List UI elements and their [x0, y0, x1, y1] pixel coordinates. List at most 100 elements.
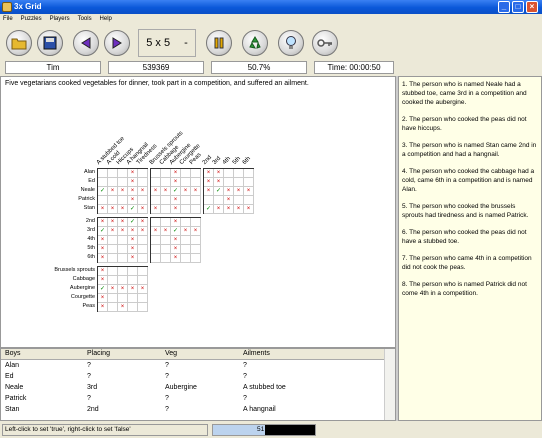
grid-cell[interactable]: × [138, 285, 148, 294]
grid-cell[interactable]: ✓ [128, 205, 138, 214]
grid-cell[interactable] [244, 178, 254, 187]
grid-cell[interactable] [181, 169, 191, 178]
grid-cell[interactable] [151, 218, 161, 227]
grid-cell[interactable] [224, 178, 234, 187]
grid-cell[interactable]: × [171, 218, 181, 227]
grid-cell[interactable] [138, 169, 148, 178]
grid-cell[interactable] [161, 169, 171, 178]
grid-cell[interactable]: ✓ [98, 227, 108, 236]
grid-cell[interactable]: × [224, 187, 234, 196]
hint-button[interactable] [278, 30, 304, 56]
grid-cell[interactable]: × [98, 254, 108, 263]
grid-cell[interactable] [191, 236, 201, 245]
grid-cell[interactable] [161, 245, 171, 254]
next-button[interactable] [104, 30, 130, 56]
grid-cell[interactable] [138, 196, 148, 205]
grid-cell[interactable]: × [128, 285, 138, 294]
grid-cell[interactable]: × [171, 245, 181, 254]
grid-cell[interactable] [234, 169, 244, 178]
grid-cell[interactable]: × [138, 187, 148, 196]
grid-cell[interactable] [181, 196, 191, 205]
table-row[interactable]: Stan 2nd? A hangnail [1, 406, 385, 417]
grid-cell[interactable] [118, 196, 128, 205]
table-row[interactable]: Alan??? [1, 362, 385, 373]
grid-cell[interactable] [108, 169, 118, 178]
grid-cell[interactable] [118, 236, 128, 245]
menu-tools[interactable]: Tools [75, 14, 95, 24]
grid-cell[interactable]: × [151, 187, 161, 196]
grid-cell[interactable]: × [151, 227, 161, 236]
grid-cell[interactable]: × [138, 205, 148, 214]
grid-cell[interactable]: × [204, 187, 214, 196]
grid-cell[interactable]: × [128, 245, 138, 254]
grid-cell[interactable]: × [191, 227, 201, 236]
grid-cell[interactable]: × [161, 227, 171, 236]
grid-cell[interactable]: × [128, 169, 138, 178]
grid-cell[interactable]: ✓ [171, 187, 181, 196]
grid-cell[interactable] [118, 276, 128, 285]
grid-cell[interactable] [191, 205, 201, 214]
grid-cell[interactable] [138, 303, 148, 312]
grid-cell[interactable]: × [128, 227, 138, 236]
grid-cell[interactable]: × [98, 276, 108, 285]
grid-cell[interactable] [234, 196, 244, 205]
header-ailments[interactable]: Ailments [243, 350, 270, 357]
grid-cell[interactable]: ✓ [98, 187, 108, 196]
grid-cell[interactable] [214, 196, 224, 205]
grid-cell[interactable]: ✓ [98, 285, 108, 294]
grid-cell[interactable]: × [98, 205, 108, 214]
grid-cell[interactable]: × [108, 187, 118, 196]
grid-cell[interactable]: ✓ [128, 218, 138, 227]
grid-cell[interactable]: × [98, 267, 108, 276]
grid-cell[interactable]: ✓ [171, 227, 181, 236]
grid-cell[interactable] [138, 245, 148, 254]
menu-help[interactable]: Help [97, 14, 115, 24]
grid-cell[interactable]: × [98, 294, 108, 303]
grid-cell[interactable] [161, 178, 171, 187]
grid-cell[interactable]: × [234, 205, 244, 214]
grid-cell[interactable]: ✓ [214, 187, 224, 196]
grid-cell[interactable]: × [171, 254, 181, 263]
grid-cell[interactable] [161, 236, 171, 245]
grid-cell[interactable] [138, 267, 148, 276]
grid-cell[interactable]: × [214, 169, 224, 178]
grid-cell[interactable] [108, 276, 118, 285]
grid-cell[interactable] [128, 267, 138, 276]
grid-cell[interactable]: × [128, 178, 138, 187]
grid-cell[interactable]: × [138, 218, 148, 227]
grid-cell[interactable]: × [98, 218, 108, 227]
grid-cell[interactable]: × [171, 178, 181, 187]
grid-cell[interactable] [151, 245, 161, 254]
grid-cell[interactable] [151, 254, 161, 263]
grid-cell[interactable] [98, 196, 108, 205]
grid-cell[interactable] [181, 205, 191, 214]
grid-cell[interactable]: × [151, 205, 161, 214]
grid-cell[interactable]: × [128, 236, 138, 245]
grid-cell[interactable]: × [118, 285, 128, 294]
grid-cell[interactable] [98, 178, 108, 187]
grid-cell[interactable]: × [181, 187, 191, 196]
grid-cell[interactable]: × [108, 227, 118, 236]
grid-cell[interactable] [128, 294, 138, 303]
grid-cell[interactable] [128, 276, 138, 285]
table-row[interactable]: Ed??? [1, 373, 385, 384]
grid-cell[interactable] [108, 267, 118, 276]
close-button[interactable]: × [526, 1, 538, 13]
grid-cell[interactable]: × [118, 218, 128, 227]
grid-cell[interactable] [151, 196, 161, 205]
grid-cell[interactable]: × [118, 227, 128, 236]
grid-size-selector[interactable]: 5 x 5 - [138, 29, 196, 57]
grid-cell[interactable] [181, 178, 191, 187]
grid-cell[interactable] [161, 205, 171, 214]
grid-cell[interactable]: × [214, 178, 224, 187]
grid-cell[interactable]: × [204, 178, 214, 187]
grid-cell[interactable] [161, 196, 171, 205]
table-scrollbar[interactable] [384, 349, 395, 420]
grid-cell[interactable]: × [138, 227, 148, 236]
grid-cell[interactable] [108, 303, 118, 312]
grid-cell[interactable]: × [204, 169, 214, 178]
grid-cell[interactable]: × [118, 205, 128, 214]
grid-cell[interactable]: × [234, 187, 244, 196]
grid-cell[interactable] [108, 294, 118, 303]
maximize-button[interactable]: □ [512, 1, 524, 13]
